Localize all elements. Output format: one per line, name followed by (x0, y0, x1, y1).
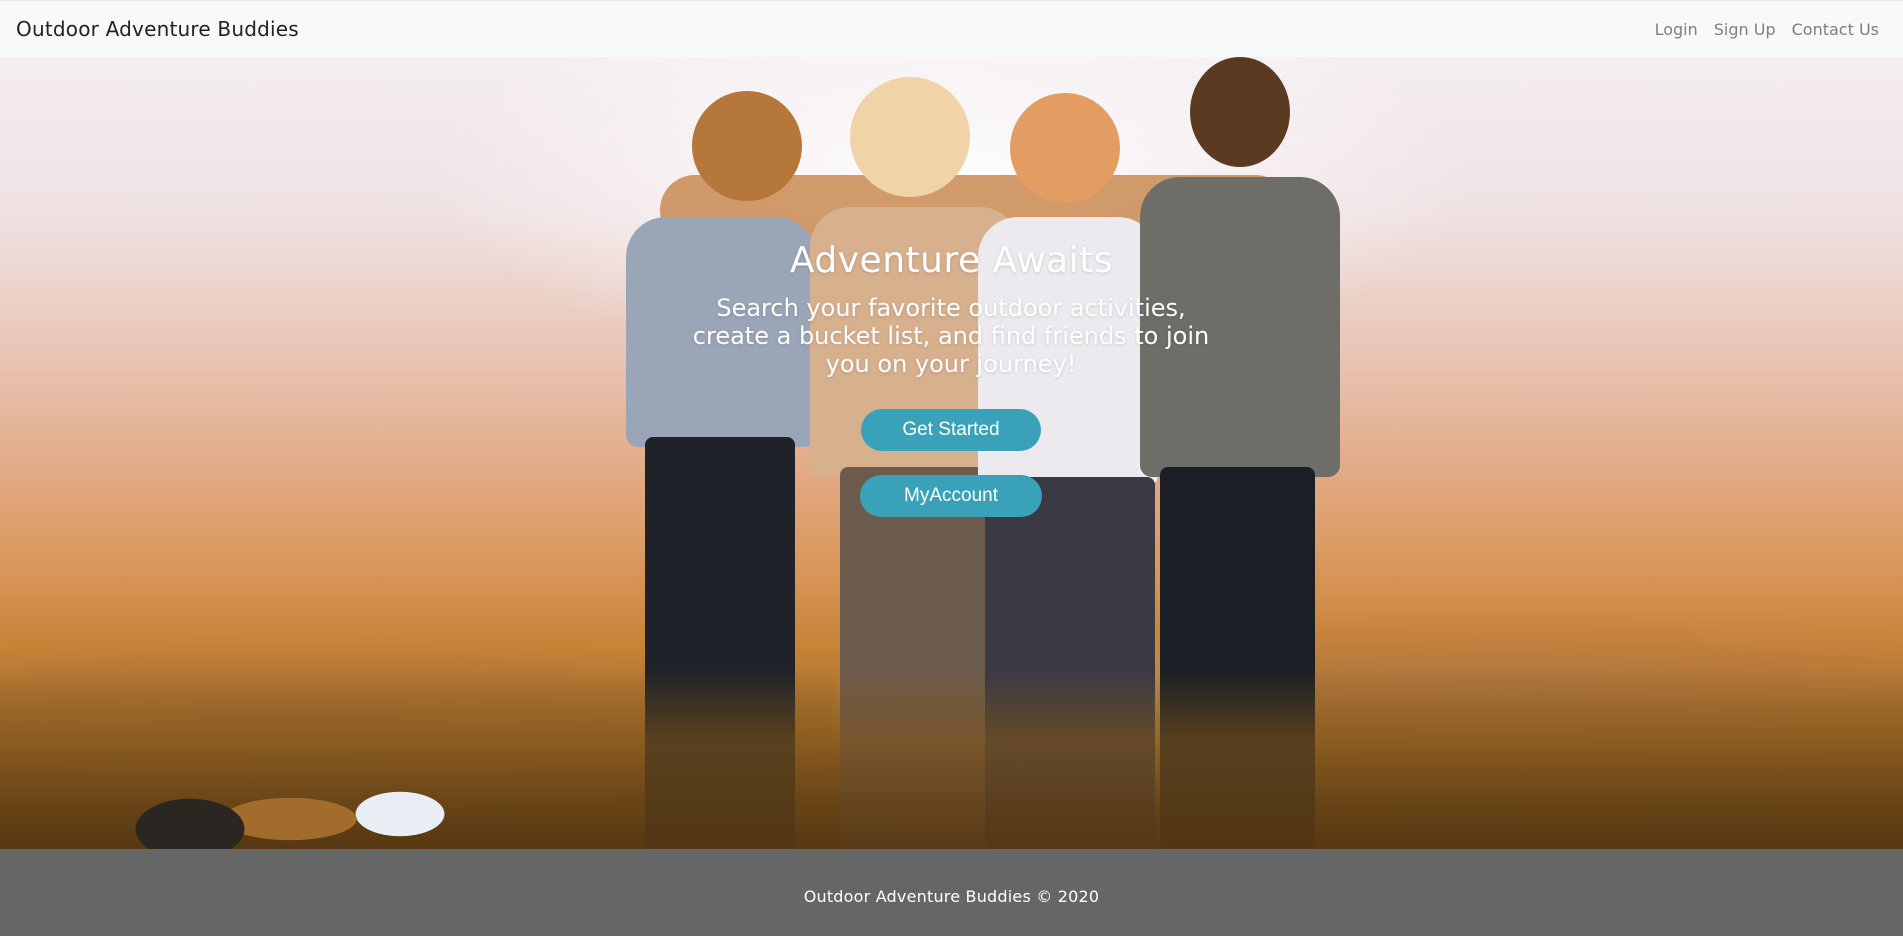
hero-content: Adventure Awaits Search your favorite ou… (0, 57, 1903, 849)
footer-text: Outdoor Adventure Buddies © 2020 (803, 887, 1100, 906)
brand-link[interactable]: Outdoor Adventure Buddies (16, 17, 299, 41)
hero-title: Adventure Awaits (789, 240, 1114, 281)
navbar: Outdoor Adventure Buddies Login Sign Up … (0, 0, 1903, 57)
nav-login-link[interactable]: Login (1655, 20, 1698, 39)
hero-section: Adventure Awaits Search your favorite ou… (0, 57, 1903, 849)
nav-links: Login Sign Up Contact Us (1655, 20, 1887, 39)
nav-signup-link[interactable]: Sign Up (1714, 20, 1776, 39)
footer: Outdoor Adventure Buddies © 2020 (0, 849, 1903, 936)
hero-subtitle: Search your favorite outdoor activities,… (692, 294, 1210, 378)
get-started-button[interactable]: Get Started (861, 409, 1041, 451)
nav-contact-link[interactable]: Contact Us (1792, 20, 1879, 39)
my-account-button[interactable]: MyAccount (860, 475, 1042, 517)
